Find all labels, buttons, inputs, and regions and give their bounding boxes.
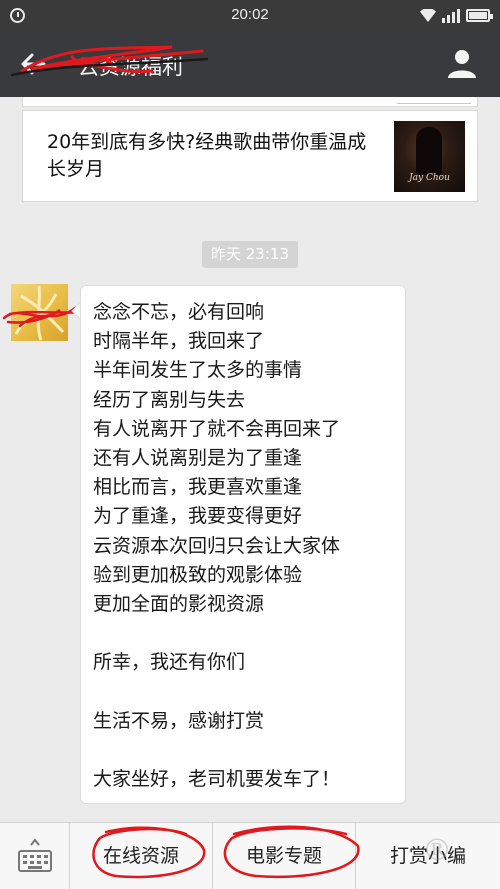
status-icons — [420, 7, 493, 24]
previous-card-edge — [22, 97, 478, 107]
message-timestamp: 昨天 23:13 — [202, 241, 298, 268]
status-bar: 20:02 — [0, 0, 500, 31]
nav-bar: 云资源福利 — [0, 31, 500, 97]
menu-online-resources[interactable]: 在线资源 — [70, 823, 213, 889]
thumbnail-caption: Jay Chou — [409, 173, 450, 183]
message-bubble[interactable]: 念念不忘，必有回响 时隔半年，我回来了 半年间发生了太多的事情 经历了离别与失去… — [80, 285, 406, 804]
avatar-pattern — [14, 285, 65, 341]
article-card[interactable]: 20年到底有多快?经典歌曲带你重温成长岁月 Jay Chou — [22, 110, 478, 202]
menu-tip-editor[interactable]: 打赏小编 — [356, 823, 500, 889]
back-arrow-icon[interactable] — [18, 49, 48, 79]
wifi-icon — [420, 9, 436, 22]
message-text: 念念不忘，必有回响 时隔半年，我回来了 半年间发生了太多的事情 经历了离别与失去… — [93, 301, 341, 791]
bottom-menu: 在线资源 电影专题 打赏小编 — [0, 822, 500, 889]
menu-movie-topics[interactable]: 电影专题 — [213, 823, 356, 889]
caret-up-icon — [30, 838, 40, 846]
battery-icon — [466, 9, 493, 22]
article-thumbnail: Jay Chou — [394, 121, 465, 192]
article-title: 20年到底有多快?经典歌曲带你重温成长岁月 — [47, 131, 367, 180]
page-title: 云资源福利 — [78, 55, 183, 79]
sender-avatar[interactable] — [11, 284, 68, 341]
user-icon[interactable] — [446, 47, 478, 79]
signal-icon — [442, 8, 460, 23]
keyboard-toggle-button[interactable] — [0, 823, 70, 889]
thumbnail-figure — [416, 127, 442, 175]
keyboard-icon — [18, 850, 52, 872]
